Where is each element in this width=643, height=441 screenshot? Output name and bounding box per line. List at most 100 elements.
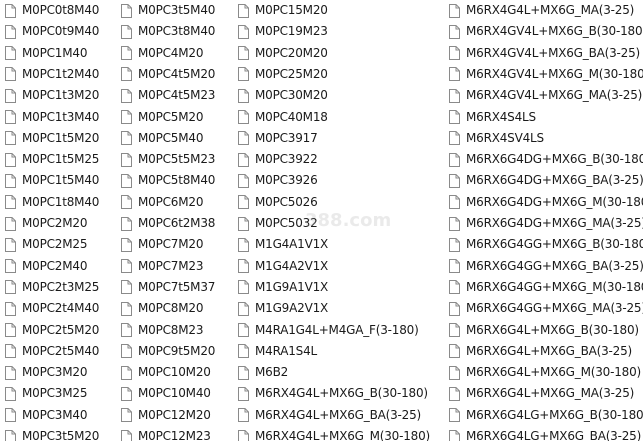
file-item[interactable]: M0PC1t8M40	[0, 192, 99, 213]
file-item[interactable]: M0PC0t8M40	[0, 0, 99, 21]
file-item[interactable]: M0PC6M20	[116, 192, 203, 213]
file-item[interactable]: M6RX6G4GG+MX6G_M(30-180)	[444, 277, 643, 298]
file-item[interactable]: M0PC19M23	[233, 21, 328, 42]
file-name: M6RX4G4L+MX6G_MA(3-25)	[466, 3, 635, 17]
file-item[interactable]: M0PC5M20	[116, 107, 203, 128]
file-item[interactable]: M4RA1G4L+M4GA_F(3-180)	[233, 320, 419, 341]
file-item[interactable]: M0PC7M20	[116, 234, 203, 255]
file-name: M0PC1t3M20	[22, 88, 100, 103]
file-item[interactable]: M0PC40M18	[233, 107, 328, 128]
file-item[interactable]: M6RX6G4DG+MX6G_M(30-180)	[444, 192, 643, 213]
file-item[interactable]: M6RX4SV4LS	[444, 128, 544, 149]
file-item[interactable]: M6RX4G4L+MX6G_B(30-180)	[233, 383, 428, 404]
file-item[interactable]: M6RX6G4L+MX6G_MA(3-25)	[444, 383, 634, 404]
file-item[interactable]: M0PC5026	[233, 192, 318, 213]
file-item[interactable]: M1G4A2V1X	[233, 256, 328, 277]
file-item[interactable]: M1G9A1V1X	[233, 277, 328, 298]
file-item[interactable]: M0PC5M40	[116, 128, 203, 149]
file-item[interactable]: M6RX6G4GG+MX6G_B(30-180)	[444, 234, 643, 255]
file-icon	[5, 386, 16, 401]
file-item[interactable]: M0PC4M20	[116, 43, 203, 64]
file-icon	[5, 237, 16, 252]
file-item[interactable]: M0PC3t8M40	[116, 21, 215, 42]
file-item[interactable]: M0PC3917	[233, 128, 318, 149]
file-item[interactable]: M0PC4t5M23	[116, 85, 215, 106]
file-item[interactable]: M0PC3M40	[0, 405, 87, 426]
file-name: M0PC2t4M40	[22, 301, 100, 316]
file-name: M6RX6G4L+MX6G_BA(3-25)	[466, 343, 633, 358]
file-item[interactable]: M0PC1M40	[0, 43, 87, 64]
file-item[interactable]: M0PC3922	[233, 149, 318, 170]
file-item[interactable]: M0PC20M20	[233, 43, 328, 64]
file-item[interactable]: M6RX6G4L+MX6G_M(30-180)	[444, 362, 641, 383]
file-item[interactable]: M4RA1S4L	[233, 341, 317, 362]
file-name: M6RX6G4L+MX6G_MA(3-25)	[466, 386, 635, 401]
file-icon	[121, 46, 132, 61]
file-item[interactable]: M0PC1t5M40	[0, 170, 99, 191]
file-item[interactable]: M6RX6G4L+MX6G_B(30-180)	[444, 320, 639, 341]
file-item[interactable]: M6RX6G4LG+MX6G_B(30-180)	[444, 405, 643, 426]
file-item[interactable]: M0PC4t5M20	[116, 64, 215, 85]
file-icon	[449, 88, 460, 103]
file-icon	[238, 344, 249, 359]
file-name: M0PC3926	[255, 173, 318, 188]
file-item[interactable]: M0PC6t2M38	[116, 213, 215, 234]
file-item[interactable]: M0PC8M20	[116, 298, 203, 319]
file-item[interactable]: M6RX4G4L+MX6G_MA(3-25)	[444, 0, 634, 21]
file-item[interactable]: M0PC2t3M25	[0, 277, 99, 298]
file-item[interactable]: M0PC25M20	[233, 64, 328, 85]
file-item[interactable]: M6RX6G4L+MX6G_BA(3-25)	[444, 341, 632, 362]
file-item[interactable]: M6RX6G4DG+MX6G_MA(3-25)	[444, 213, 643, 234]
file-item[interactable]: M0PC7t5M37	[116, 277, 215, 298]
file-item[interactable]: M0PC1t3M40	[0, 107, 99, 128]
file-name: M0PC2M20	[22, 216, 88, 230]
file-icon	[121, 3, 132, 18]
file-item[interactable]: M0PC30M20	[233, 85, 328, 106]
file-item[interactable]: M6RX6G4DG+MX6G_B(30-180)	[444, 149, 643, 170]
file-item[interactable]: M6RX4GV4L+MX6G_M(30-180)	[444, 64, 643, 85]
file-item[interactable]: M0PC3t5M40	[116, 0, 215, 21]
file-item[interactable]: M6B2	[233, 362, 288, 383]
file-item[interactable]: M0PC2t5M40	[0, 341, 99, 362]
file-item[interactable]: M6RX4GV4L+MX6G_B(30-180)	[444, 21, 643, 42]
file-item[interactable]: M6RX4S4LS	[444, 107, 536, 128]
file-item[interactable]: M0PC7M23	[116, 256, 203, 277]
file-item[interactable]: M0PC5t5M23	[116, 149, 215, 170]
file-item[interactable]: M0PC3926	[233, 170, 318, 191]
file-item[interactable]: M6RX4G4L+MX6G_M(30-180)	[233, 426, 430, 441]
file-item[interactable]: M0PC1t3M20	[0, 85, 99, 106]
file-item[interactable]: M6RX4GV4L+MX6G_BA(3-25)	[444, 43, 640, 64]
file-item[interactable]: M6RX6G4LG+MX6G_BA(3-25)	[444, 426, 641, 441]
file-item[interactable]: M0PC2t5M20	[0, 320, 99, 341]
file-item[interactable]: M0PC5t8M40	[116, 170, 215, 191]
file-item[interactable]: M0PC1t5M25	[0, 149, 99, 170]
file-item[interactable]: M0PC2t4M40	[0, 298, 99, 319]
file-item[interactable]: M0PC8M23	[116, 320, 203, 341]
file-name: M6RX6G4GG+MX6G_BA(3-25)	[466, 258, 643, 273]
file-item[interactable]: M0PC2M25	[0, 234, 87, 255]
file-icon	[5, 46, 16, 61]
file-item[interactable]: M6RX4GV4L+MX6G_MA(3-25)	[444, 85, 642, 106]
file-item[interactable]: M0PC10M40	[116, 383, 211, 404]
file-item[interactable]: M6RX6G4GG+MX6G_BA(3-25)	[444, 256, 643, 277]
file-item[interactable]: M0PC2M20	[0, 213, 87, 234]
file-item[interactable]: M6RX4G4L+MX6G_BA(3-25)	[233, 405, 421, 426]
file-name: M6RX4GV4L+MX6G_B(30-180)	[466, 24, 643, 39]
file-item[interactable]: M0PC3t5M20	[0, 426, 99, 441]
file-item[interactable]: M0PC3M25	[0, 383, 87, 404]
file-item[interactable]: M0PC0t9M40	[0, 21, 99, 42]
file-item[interactable]: M0PC9t5M20	[116, 341, 215, 362]
file-item[interactable]: M6RX6G4GG+MX6G_MA(3-25)	[444, 298, 643, 319]
file-item[interactable]: M0PC1t5M20	[0, 128, 99, 149]
file-item[interactable]: M0PC10M20	[116, 362, 211, 383]
file-item[interactable]: M0PC15M20	[233, 0, 328, 21]
file-item[interactable]: M1G4A1V1X	[233, 234, 328, 255]
file-item[interactable]: M0PC1t2M40	[0, 64, 99, 85]
file-item[interactable]: M0PC3M20	[0, 362, 87, 383]
file-item[interactable]: M6RX6G4DG+MX6G_BA(3-25)	[444, 170, 643, 191]
file-item[interactable]: M0PC12M23	[116, 426, 211, 441]
file-item[interactable]: M0PC5032	[233, 213, 318, 234]
file-item[interactable]: M1G9A2V1X	[233, 298, 328, 319]
file-item[interactable]: M0PC12M20	[116, 405, 211, 426]
file-item[interactable]: M0PC2M40	[0, 256, 87, 277]
